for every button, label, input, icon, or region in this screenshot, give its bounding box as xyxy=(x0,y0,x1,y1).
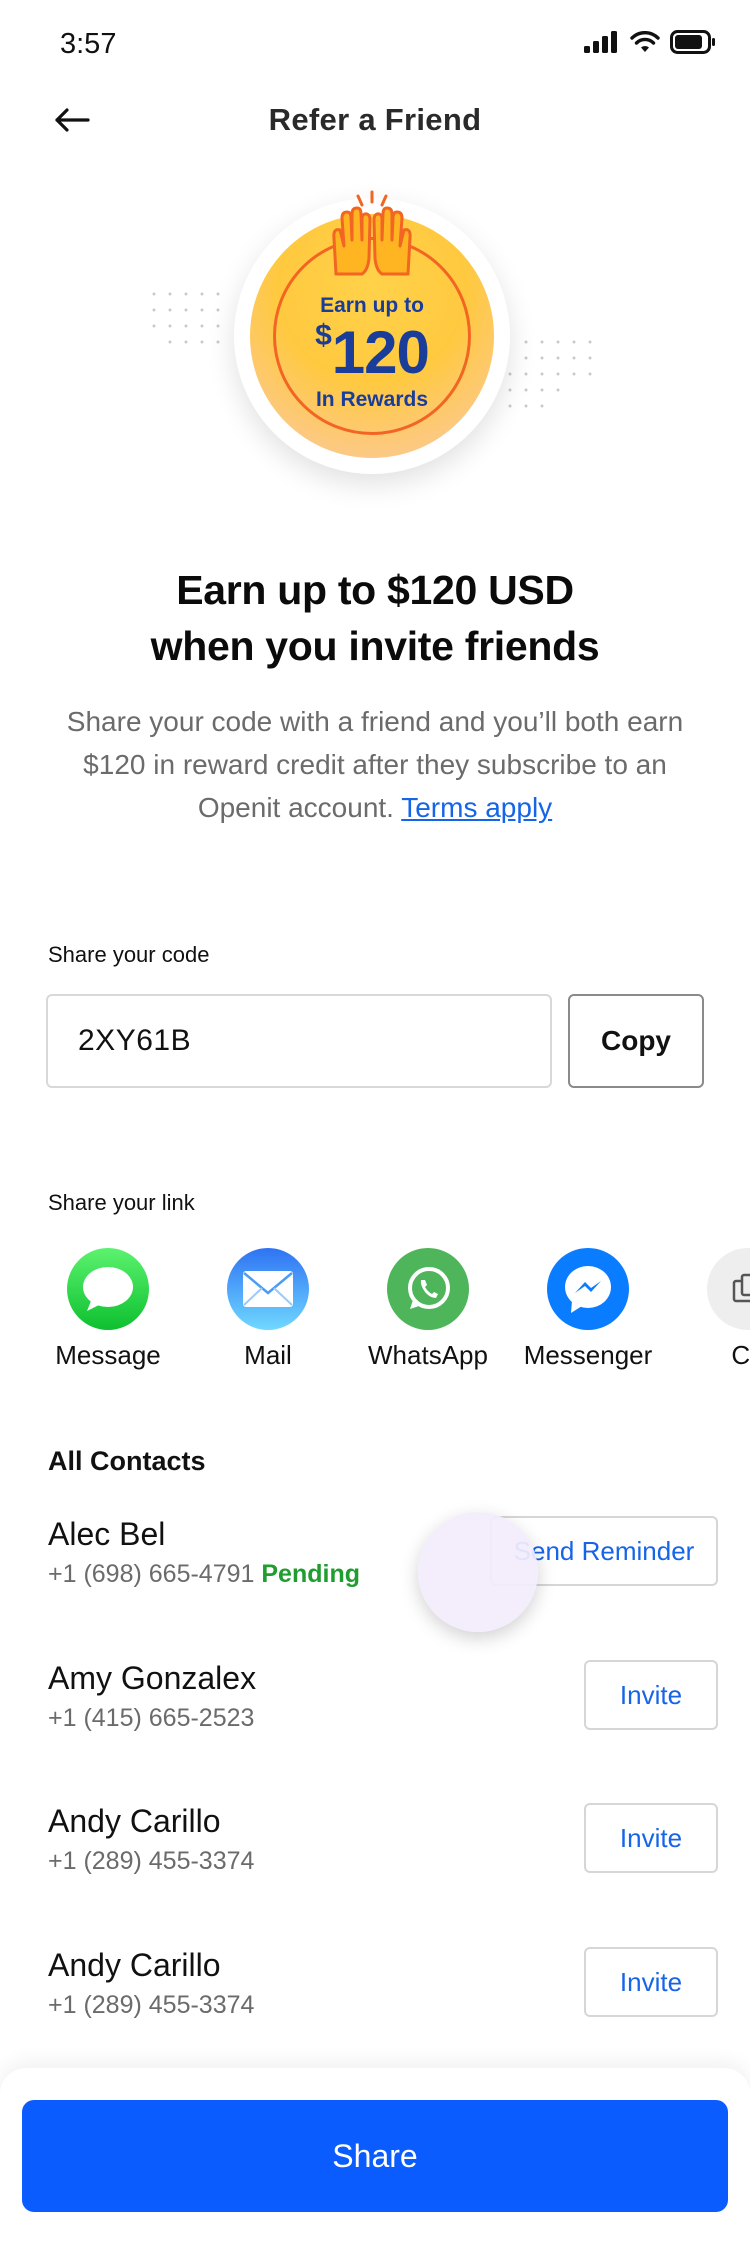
share-label-messenger: Messenger xyxy=(523,1340,653,1370)
description: Share your code with a friend and you’ll… xyxy=(50,700,700,829)
contact-name: Alec Bel xyxy=(48,1516,166,1552)
status-badge: Pending xyxy=(261,1560,360,1588)
battery-icon xyxy=(670,30,715,54)
invite-button[interactable]: Invite xyxy=(584,1803,718,1873)
share-label-whatsapp: WhatsApp xyxy=(368,1340,488,1370)
nav-bar: Refer a Friend xyxy=(0,88,750,152)
bottom-bar: Share xyxy=(0,2068,750,2268)
copy-button[interactable]: Copy xyxy=(568,994,704,1088)
messenger-icon xyxy=(547,1248,629,1330)
badge-currency: $ xyxy=(315,319,332,352)
contact-row: Andy Carillo +1 (289) 455-3374 Invite xyxy=(48,1803,718,1903)
contact-phone: +1 (289) 455-3374 xyxy=(48,1991,255,2019)
badge-amount: $120 xyxy=(250,318,494,387)
contact-phone: +1 (698) 665-4791 Pending xyxy=(48,1560,360,1589)
contact-name: Andy Carillo xyxy=(48,1803,221,1839)
share-messenger[interactable]: Messenger xyxy=(508,1248,668,1371)
badge-earn-text: Earn up to xyxy=(320,294,424,317)
share-apps-row: Message Mail WhatsApp Messenger Co xyxy=(0,1248,750,1378)
headline-line-2: when you invite friends xyxy=(150,623,600,669)
share-whatsapp[interactable]: WhatsApp xyxy=(348,1248,508,1371)
referral-code-field[interactable]: 2XY61B xyxy=(46,994,552,1088)
copy-icon xyxy=(707,1248,750,1330)
contact-phone-number: +1 (698) 665-4791 xyxy=(48,1560,255,1588)
description-text: Share your code with a friend and you’ll… xyxy=(66,706,684,823)
badge-rewards-text: In Rewards xyxy=(315,388,429,411)
share-label-mail: Mail xyxy=(244,1340,292,1370)
terms-link[interactable]: Terms apply xyxy=(401,792,552,823)
share-mail[interactable]: Mail xyxy=(188,1248,348,1371)
decorative-dots-right xyxy=(508,340,592,408)
page-title: Refer a Friend xyxy=(268,102,482,137)
touch-indicator xyxy=(418,1512,538,1632)
whatsapp-icon xyxy=(387,1248,469,1330)
contact-row: Amy Gonzalex +1 (415) 665-2523 Invite xyxy=(48,1660,718,1760)
contact-phone: +1 (289) 455-3374 xyxy=(48,1847,255,1875)
invite-button[interactable]: Invite xyxy=(584,1660,718,1730)
share-code-label: Share your code xyxy=(48,942,210,967)
contacts-title: All Contacts xyxy=(48,1446,206,1476)
share-message[interactable]: Message xyxy=(28,1248,188,1371)
message-icon xyxy=(67,1248,149,1330)
status-bar: 3:57 xyxy=(0,0,750,88)
contact-row: Alec Bel +1 (698) 665-4791 Pending Send … xyxy=(48,1516,718,1616)
invite-button[interactable]: Invite xyxy=(584,1947,718,2017)
status-time: 3:57 xyxy=(60,28,117,60)
decorative-dots-left xyxy=(152,292,220,344)
share-label-message: Message xyxy=(55,1340,161,1370)
share-link-label: Share your link xyxy=(48,1190,195,1215)
contact-name: Andy Carillo xyxy=(48,1947,221,1983)
signal-icon xyxy=(584,31,617,53)
headline-line-1: Earn up to $120 USD xyxy=(176,567,574,613)
rewards-badge: Earn up to $120 In Rewards xyxy=(0,170,750,500)
contact-phone: +1 (415) 665-2523 xyxy=(48,1704,255,1732)
mail-icon xyxy=(227,1248,309,1330)
badge-amount-value: 120 xyxy=(331,319,430,386)
contact-name: Amy Gonzalex xyxy=(48,1660,257,1696)
share-button[interactable]: Share xyxy=(22,2100,728,2212)
share-copy[interactable]: Co xyxy=(668,1248,750,1371)
share-label-copy: Co xyxy=(731,1340,750,1370)
wifi-icon xyxy=(630,31,660,52)
headline: Earn up to $120 USD when you invite frie… xyxy=(60,562,690,674)
status-icons xyxy=(584,30,716,54)
contact-row: Andy Carillo +1 (289) 455-3374 Invite xyxy=(48,1947,718,2047)
raised-hands-icon xyxy=(332,190,412,276)
